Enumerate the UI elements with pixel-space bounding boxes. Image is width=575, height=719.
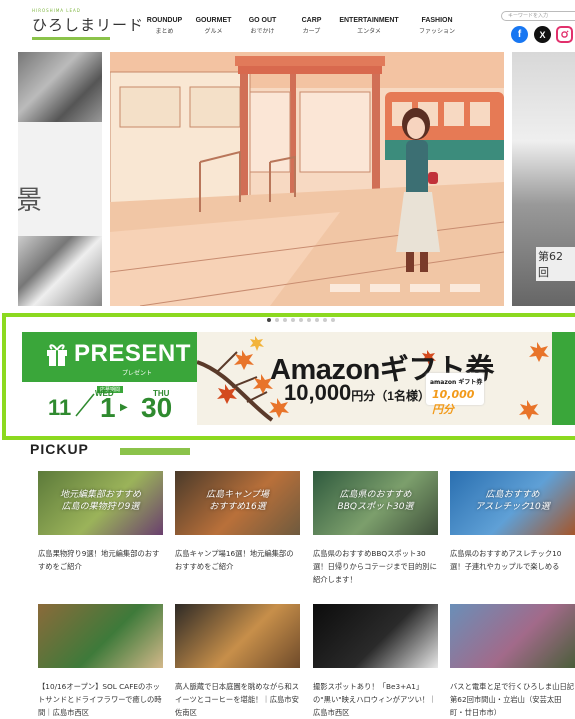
nav-jp-label: エンタメ	[357, 28, 381, 35]
nav-jp-label: ファッション	[418, 28, 455, 35]
pickup-card-title[interactable]: 広島県のおすすめアスレチック10選！子連れやカップルで楽しめる	[450, 547, 575, 573]
pickup-card-title[interactable]: 高人脈蔵で日本庭園を眺めながら和スイーツとコーヒーを堪能！｜広島市安佐南区	[175, 680, 300, 719]
present-panel: PRESENT プレゼント 応募期間 11 WED 1 ▶ THU 30	[22, 332, 197, 425]
pickup-card-title[interactable]: バスと電車と足で行くひろしま山日記第62回市間山・立岩山（安芸太田町・廿日市市）	[450, 680, 575, 719]
nav-item-fashion[interactable]: FASHION ファッション	[402, 17, 472, 35]
gift-card-value: 10,000円分	[432, 388, 475, 416]
pickup-card-title[interactable]: 広島キャンプ場16選！地元編集部のおすすめをご紹介	[175, 547, 300, 573]
next-banner-peek[interactable]	[552, 332, 575, 425]
pickup-thumbnail[interactable]: 広島県のおすすめ BBQスポット30選	[313, 471, 438, 535]
nav-item-roundup[interactable]: ROUNDUP まとめ	[140, 17, 189, 35]
site-logo[interactable]: HIROSHIMA LEAD ひろしまリード	[32, 8, 145, 40]
range-arrow: ▶	[120, 402, 128, 413]
pickup-thumbnail[interactable]	[450, 604, 575, 668]
pickup-card[interactable]: 高人脈蔵で日本庭園を眺めながら和スイーツとコーヒーを堪能！｜広島市安佐南区	[175, 604, 300, 719]
pickup-card-title[interactable]: 撮影スポットあり！「Be3+A1」の"黒い"映えハロウィンがアツい！｜広島市西区	[313, 680, 438, 719]
nav-jp-label: カープ	[302, 28, 321, 35]
pickup-thumbnail[interactable]: 地元編集部おすすめ 広島の果物狩り9選	[38, 471, 163, 535]
pickup-heading: PICKUP	[30, 441, 89, 457]
nav-en-label: ENTERTAINMENT	[339, 17, 399, 24]
hero-prev-kanji: 景	[18, 186, 43, 216]
pickup-card[interactable]: 広島キャンプ場 おすすめ16選広島キャンプ場16選！地元編集部のおすすめをご紹介	[175, 471, 300, 573]
pickup-thumbnail[interactable]	[313, 604, 438, 668]
facebook-icon[interactable]: f	[511, 26, 528, 43]
hero-slide-prev[interactable]: 景	[18, 52, 102, 306]
pickup-card[interactable]: 撮影スポットあり！「Be3+A1」の"黒い"映えハロウィンがアツい！｜広島市西区	[313, 604, 438, 719]
search-input[interactable]: キーワードを入力	[501, 11, 575, 21]
nav-jp-label: グルメ	[204, 28, 223, 35]
pickup-card-title[interactable]: 広島県のおすすめBBQスポット30選！日帰りからコテージまで目的別に紹介します！	[313, 547, 438, 586]
nav-en-label: CARP	[301, 17, 322, 24]
nav-en-label: ROUNDUP	[146, 17, 183, 24]
nav-jp-label: おでかけ	[250, 28, 275, 35]
hero-next-caption: 第62回	[536, 247, 575, 281]
pickup-card-title[interactable]: 広島果物狩り9選！地元編集部のおすすめをご紹介	[38, 547, 163, 573]
hero-slide-main[interactable]	[110, 52, 504, 306]
logo-text: ひろしまリード	[32, 16, 145, 34]
nav-item-carp[interactable]: CARP カープ	[287, 17, 336, 35]
present-subheading: プレゼント	[122, 370, 153, 377]
nav-en-label: GOURMET	[195, 17, 232, 24]
site-header: HIROSHIMA LEAD ひろしまリード ROUNDUP まとめ GOURM…	[0, 0, 575, 48]
nav-jp-label: まとめ	[155, 28, 174, 35]
thumbnail-overlay-text: 広島県のおすすめ BBQスポット30選	[337, 490, 414, 512]
gift-amount: 10,000円分（1名様）	[284, 380, 430, 406]
nav-item-go-out[interactable]: GO OUT おでかけ	[238, 17, 287, 35]
pickup-thumbnail[interactable]: 広島おすすめ アスレチック10選	[450, 471, 575, 535]
nav-en-label: FASHION	[421, 17, 453, 24]
thumbnail-overlay-text: 広島キャンプ場 おすすめ16選	[206, 490, 269, 512]
logo-tagline: HIROSHIMA LEAD	[32, 8, 81, 13]
pickup-thumbnail[interactable]	[175, 604, 300, 668]
pickup-card[interactable]: バスと電車と足で行くひろしま山日記第62回市間山・立岩山（安芸太田町・廿日市市）	[450, 604, 575, 719]
present-banner[interactable]: PRESENT プレゼント 応募期間 11 WED 1 ▶ THU 30 Ama…	[22, 332, 560, 425]
start-day: 1	[100, 392, 116, 423]
hero-illustration	[110, 52, 504, 306]
entry-period: 応募期間 11 WED 1 ▶ THU 30	[22, 382, 197, 425]
pickup-thumbnail[interactable]	[38, 604, 163, 668]
date-slash	[75, 393, 95, 417]
pickup-card-title[interactable]: 【10/16オープン】SOL CAFEのホットサンドとドライフラワーで癒しの時間…	[38, 680, 163, 719]
instagram-icon[interactable]	[556, 26, 573, 43]
pickup-thumbnail[interactable]: 広島キャンプ場 おすすめ16選	[175, 471, 300, 535]
main-nav: ROUNDUP まとめ GOURMET グルメ GO OUT おでかけ CARP…	[140, 17, 472, 35]
gift-card-brand: amazon ギフト券	[430, 379, 483, 386]
pickup-card[interactable]: 広島県のおすすめ BBQスポット30選広島県のおすすめBBQスポット30選！日帰…	[313, 471, 438, 586]
present-heading: PRESENT	[74, 340, 191, 367]
entry-month: 11	[48, 395, 72, 420]
x-icon[interactable]: X	[534, 26, 551, 43]
gift-amount-value: 10,000	[284, 380, 352, 405]
gift-icon	[47, 344, 67, 366]
nav-item-gourmet[interactable]: GOURMET グルメ	[189, 17, 238, 35]
pickup-heading-bar	[120, 448, 190, 455]
hero-slide-next[interactable]: 第62回	[512, 52, 575, 306]
pickup-card[interactable]: 地元編集部おすすめ 広島の果物狩り9選広島果物狩り9選！地元編集部のおすすめをご…	[38, 471, 163, 573]
pickup-card[interactable]: 広島おすすめ アスレチック10選広島県のおすすめアスレチック10選！子連れやカッ…	[450, 471, 575, 573]
thumbnail-overlay-text: 地元編集部おすすめ 広島の果物狩り9選	[59, 490, 141, 512]
thumbnail-overlay-text: 広島おすすめ アスレチック10選	[475, 490, 550, 512]
end-day: 30	[141, 392, 173, 423]
pickup-card[interactable]: 【10/16オープン】SOL CAFEのホットサンドとドライフラワーで癒しの時間…	[38, 604, 163, 719]
gift-amount-suffix: 円分（1名様）	[351, 389, 430, 403]
nav-item-entertainment[interactable]: ENTERTAINMENT エンタメ	[336, 17, 402, 35]
nav-en-label: GO OUT	[248, 17, 277, 24]
amazon-gift-card: amazon ギフト券 10,000円分	[426, 373, 484, 416]
hero-prev-image-bottom	[18, 236, 102, 306]
hero-prev-image-top	[18, 52, 102, 122]
logo-underline	[32, 37, 110, 40]
